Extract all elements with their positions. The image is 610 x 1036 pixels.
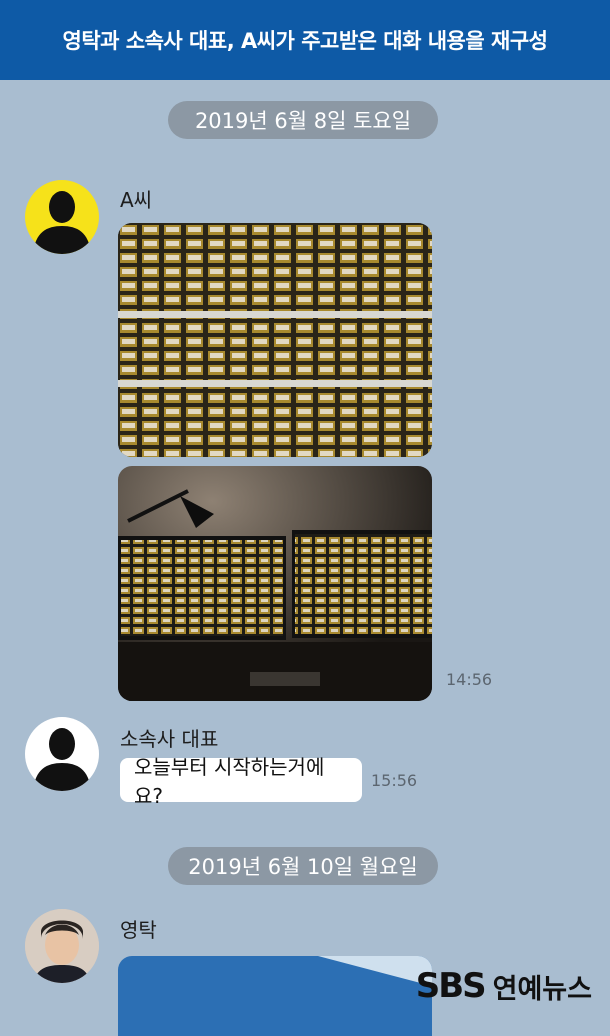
person-silhouette-icon bbox=[33, 191, 91, 254]
message-bubble[interactable]: 오늘부터 시작하는거에요? bbox=[120, 755, 362, 808]
watermark-label: 연예뉴스 bbox=[492, 973, 592, 1005]
page-title: 영탁과 소속사 대표, A씨가 주고받은 대화 내용을 재구성 bbox=[62, 29, 548, 53]
sbs-watermark: SBS 연예뉴스 bbox=[416, 966, 592, 1006]
person-silhouette-icon bbox=[33, 728, 91, 791]
page-header: 영탁과 소속사 대표, A씨가 주고받은 대화 내용을 재구성 bbox=[0, 0, 610, 80]
message-time: 14:56 bbox=[446, 670, 493, 689]
shared-photo[interactable] bbox=[118, 223, 432, 457]
shared-photo[interactable] bbox=[118, 956, 432, 1036]
message-time: 15:56 bbox=[371, 771, 418, 790]
avatar[interactable] bbox=[25, 180, 99, 254]
date-label: 2019년 6월 8일 토요일 bbox=[194, 109, 412, 133]
date-label: 2019년 6월 10일 월요일 bbox=[188, 855, 418, 879]
monitors-photo bbox=[118, 466, 432, 701]
sender-name: 영탁 bbox=[120, 918, 157, 942]
shared-photo[interactable] bbox=[118, 466, 432, 701]
sbs-logo: SBS bbox=[415, 966, 487, 1006]
sender-name: 소속사 대표 bbox=[120, 727, 219, 751]
profile-photo-icon bbox=[25, 909, 99, 983]
sender-name: A씨 bbox=[120, 188, 153, 212]
date-divider: 2019년 6월 8일 토요일 bbox=[168, 101, 438, 139]
shelves-photo bbox=[118, 223, 432, 457]
avatar[interactable] bbox=[25, 909, 99, 983]
date-divider: 2019년 6월 10일 월요일 bbox=[168, 847, 438, 885]
message-text: 오늘부터 시작하는거에요? bbox=[134, 755, 325, 808]
blue-photo bbox=[118, 956, 432, 1036]
avatar[interactable] bbox=[25, 717, 99, 791]
